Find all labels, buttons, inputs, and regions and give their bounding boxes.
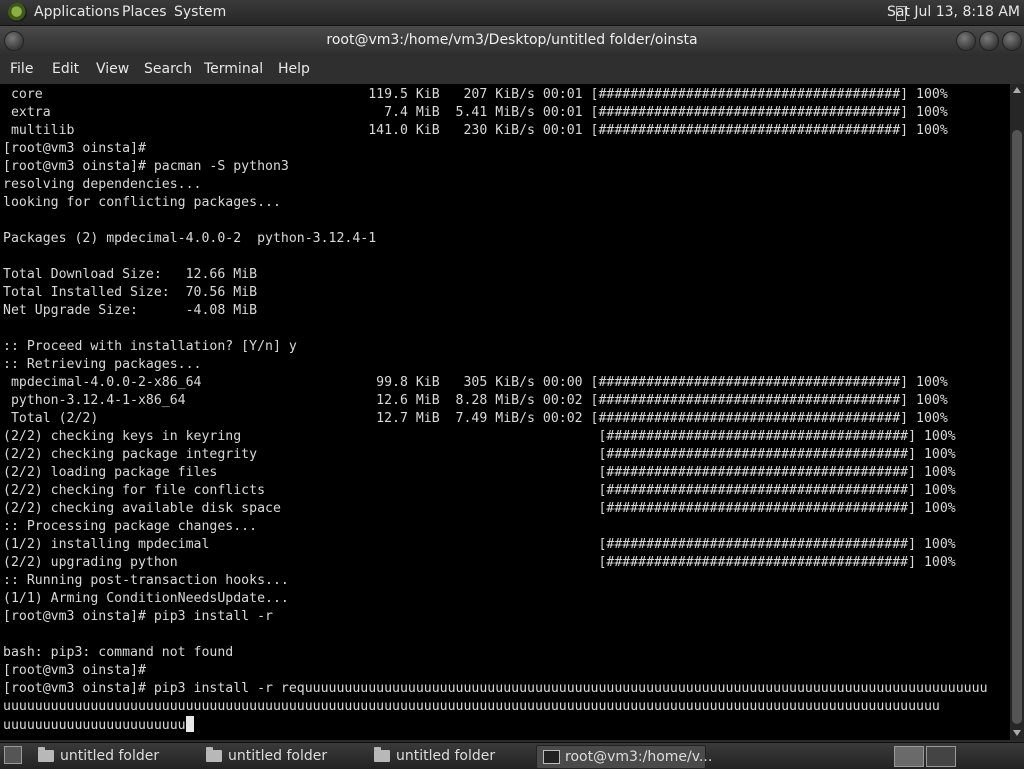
bottom-taskbar: untitled folder untitled folder untitled… xyxy=(0,742,1024,769)
show-desktop-icon[interactable] xyxy=(4,746,22,764)
taskbar-item-untitled-folder-3[interactable]: untitled folder xyxy=(368,745,532,767)
menu-search[interactable]: Search xyxy=(144,61,192,77)
clock[interactable]: Sat Jul 13, 8:18 AM xyxy=(887,4,1020,20)
terminal-line: multilib 141.0 KiB 230 KiB/s 00:01 [####… xyxy=(3,123,948,138)
terminal-scrollbar[interactable] xyxy=(1010,84,1024,740)
terminal-line: [root@vm3 oinsta]# pacman -S python3 xyxy=(3,159,289,174)
window-menu-button[interactable] xyxy=(4,31,24,51)
terminal-line: extra 7.4 MiB 5.41 MiB/s 00:01 [########… xyxy=(3,105,948,120)
scroll-down-arrow-icon[interactable] xyxy=(1013,730,1021,736)
terminal-line: uuuuuuuuuuuuuuuuuuuuuuuuuuuuuuuuuuuuuuuu… xyxy=(3,699,940,714)
terminal-line: (1/1) Arming ConditionNeedsUpdate... xyxy=(3,591,289,606)
terminal-line: looking for conflicting packages... xyxy=(3,195,281,210)
terminal-line: :: Processing package changes... xyxy=(3,519,258,534)
taskbar-item-untitled-folder-1[interactable]: untitled folder xyxy=(32,745,196,767)
terminal-line: (2/2) upgrading python [################… xyxy=(3,555,956,570)
text-cursor xyxy=(185,716,194,732)
taskbar-item-label: untitled folder xyxy=(396,748,496,764)
folder-icon xyxy=(38,747,54,762)
system-menu[interactable]: System xyxy=(174,4,226,20)
taskbar-item-label: untitled folder xyxy=(228,748,328,764)
terminal-line: :: Running post-transaction hooks... xyxy=(3,573,289,588)
distro-logo-icon[interactable] xyxy=(8,3,27,22)
taskbar-item-untitled-folder-2[interactable]: untitled folder xyxy=(200,745,364,767)
terminal-line: :: Retrieving packages... xyxy=(3,357,202,372)
terminal-line: (1/2) installing mpdecimal [############… xyxy=(3,537,956,552)
terminal-input-line[interactable]: uuuuuuuuuuuuuuuuuuuuuuu xyxy=(3,716,194,734)
workspace-1[interactable] xyxy=(894,746,924,767)
folder-icon xyxy=(206,747,222,762)
places-menu[interactable]: Places xyxy=(122,4,167,20)
terminal-line: [root@vm3 oinsta]# pip3 install -r xyxy=(3,609,273,624)
terminal-line: bash: pip3: command not found xyxy=(3,645,234,660)
terminal-line: (2/2) checking available disk space [###… xyxy=(3,501,956,516)
maximize-button[interactable] xyxy=(979,31,999,51)
scrollbar-thumb[interactable] xyxy=(1012,130,1022,724)
terminal-line: Packages (2) mpdecimal-4.0.0-2 python-3.… xyxy=(3,231,377,246)
window-title: root@vm3:/home/vm3/Desktop/untitled fold… xyxy=(326,32,698,48)
terminal-line: (2/2) checking keys in keyring [########… xyxy=(3,429,956,444)
taskbar-item-label: root@vm3:/home/v... xyxy=(565,749,713,765)
menu-view[interactable]: View xyxy=(96,61,129,77)
terminal-line: Total Installed Size: 70.56 MiB xyxy=(3,285,258,300)
window-titlebar[interactable]: root@vm3:/home/vm3/Desktop/untitled fold… xyxy=(0,26,1024,56)
terminal-line: Net Upgrade Size: -4.08 MiB xyxy=(3,303,258,318)
close-button[interactable] xyxy=(1002,31,1022,51)
scroll-up-arrow-icon[interactable] xyxy=(1013,87,1021,93)
terminal-line: [root@vm3 oinsta]# xyxy=(3,141,146,156)
terminal-line: (2/2) checking package integrity [######… xyxy=(3,447,956,462)
terminal-line: core 119.5 KiB 207 KiB/s 00:01 [########… xyxy=(3,87,948,102)
terminal-line-text: uuuuuuuuuuuuuuuuuuuuuuu xyxy=(3,718,186,733)
terminal-line: (2/2) loading package files [###########… xyxy=(3,465,956,480)
minimize-button[interactable] xyxy=(956,31,976,51)
folder-icon xyxy=(374,747,390,762)
workspace-2[interactable] xyxy=(926,746,956,767)
menubar: File Edit View Search Terminal Help xyxy=(0,56,1024,84)
applications-menu[interactable]: Applications xyxy=(34,4,120,20)
terminal-line: [root@vm3 oinsta]# xyxy=(3,663,146,678)
menu-edit[interactable]: Edit xyxy=(52,61,79,77)
terminal-line: [root@vm3 oinsta]# pip3 install -r requu… xyxy=(3,681,988,696)
menu-file[interactable]: File xyxy=(10,61,33,77)
terminal-line: resolving dependencies... xyxy=(3,177,202,192)
menu-terminal[interactable]: Terminal xyxy=(204,61,263,77)
terminal-line: Total Download Size: 12.66 MiB xyxy=(3,267,258,282)
menu-help[interactable]: Help xyxy=(278,61,310,77)
terminal-line: (2/2) checking for file conflicts [#####… xyxy=(3,483,956,498)
terminal-line: Total (2/2) 12.7 MiB 7.49 MiB/s 00:02 [#… xyxy=(3,411,948,426)
terminal-line: :: Proceed with installation? [Y/n] y xyxy=(3,339,297,354)
terminal-icon xyxy=(543,750,560,764)
terminal-output[interactable]: core 119.5 KiB 207 KiB/s 00:01 [########… xyxy=(0,84,1010,740)
terminal-line: python-3.12.4-1-x86_64 12.6 MiB 8.28 MiB… xyxy=(3,393,948,408)
taskbar-item-terminal[interactable]: root@vm3:/home/v... xyxy=(536,745,712,769)
top-panel: Applications Places System Sat Jul 13, 8… xyxy=(0,0,1024,26)
terminal-line: mpdecimal-4.0.0-2-x86_64 99.8 KiB 305 Ki… xyxy=(3,375,948,390)
taskbar-item-label: untitled folder xyxy=(60,748,160,764)
